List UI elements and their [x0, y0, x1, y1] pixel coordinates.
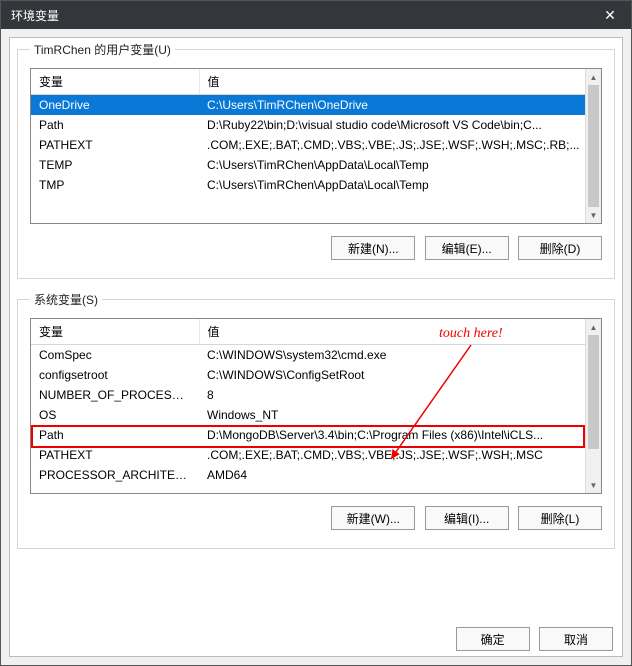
content: TimRChen 的用户变量(U) 变量 值 OneDriveC:\Users\… [1, 29, 631, 597]
table-row[interactable]: OSWindows_NT [31, 405, 601, 425]
sys-vars-table: 变量 值 ComSpecC:\WINDOWS\system32\cmd.exec… [31, 319, 601, 485]
close-icon: ✕ [604, 7, 616, 24]
user-vars-table: 变量 值 OneDriveC:\Users\TimRChen\OneDriveP… [31, 69, 601, 195]
cell-variable: ComSpec [31, 345, 199, 366]
sys-vars-legend: 系统变量(S) [30, 291, 102, 308]
user-vars-table-wrap: 变量 值 OneDriveC:\Users\TimRChen\OneDriveP… [30, 68, 602, 224]
table-row[interactable]: configsetrootC:\WINDOWS\ConfigSetRoot [31, 365, 601, 385]
cell-variable: TEMP [31, 155, 199, 175]
cell-value: C:\Users\TimRChen\OneDrive [199, 95, 601, 116]
user-new-button[interactable]: 新建(N)... [331, 236, 415, 260]
cell-variable: PATHEXT [31, 135, 199, 155]
scroll-track[interactable] [586, 85, 601, 207]
cell-variable: PATHEXT [31, 445, 199, 465]
table-row[interactable]: OneDriveC:\Users\TimRChen\OneDrive [31, 95, 601, 116]
scroll-thumb[interactable] [588, 85, 599, 207]
cell-value: AMD64 [199, 465, 601, 485]
window-title: 环境变量 [11, 7, 59, 24]
dialog-buttons: 确定 取消 [450, 627, 613, 651]
table-row[interactable]: PathD:\MongoDB\Server\3.4\bin;C:\Program… [31, 425, 601, 445]
scroll-track[interactable] [586, 335, 601, 477]
cell-value: C:\WINDOWS\system32\cmd.exe [199, 345, 601, 366]
cell-value: C:\Users\TimRChen\AppData\Local\Temp [199, 175, 601, 195]
user-col-variable[interactable]: 变量 [31, 69, 199, 95]
table-row[interactable]: TEMPC:\Users\TimRChen\AppData\Local\Temp [31, 155, 601, 175]
env-vars-dialog: 环境变量 ✕ TimRChen 的用户变量(U) 变量 值 OneDriveC:… [0, 0, 632, 666]
cell-variable: NUMBER_OF_PROCESSORS [31, 385, 199, 405]
user-edit-button[interactable]: 编辑(E)... [425, 236, 509, 260]
sys-edit-button[interactable]: 编辑(I)... [425, 506, 509, 530]
table-row[interactable]: NUMBER_OF_PROCESSORS8 [31, 385, 601, 405]
cell-variable: TMP [31, 175, 199, 195]
scroll-thumb[interactable] [588, 335, 599, 449]
table-row[interactable]: PROCESSOR_ARCHITECT...AMD64 [31, 465, 601, 485]
cell-variable: Path [31, 115, 199, 135]
cell-variable: Path [31, 425, 199, 445]
ok-button[interactable]: 确定 [456, 627, 530, 651]
sys-vars-table-wrap: 变量 值 ComSpecC:\WINDOWS\system32\cmd.exec… [30, 318, 602, 494]
user-vars-group: TimRChen 的用户变量(U) 变量 值 OneDriveC:\Users\… [17, 41, 615, 279]
sys-vars-group: 系统变量(S) 变量 值 ComSpecC:\WINDOWS\system32\… [17, 291, 615, 549]
user-btn-row: 新建(N)... 编辑(E)... 删除(D) [30, 236, 602, 260]
table-row[interactable]: PathD:\Ruby22\bin;D:\visual studio code\… [31, 115, 601, 135]
sys-col-variable[interactable]: 变量 [31, 319, 199, 345]
table-row[interactable]: ComSpecC:\WINDOWS\system32\cmd.exe [31, 345, 601, 366]
table-row[interactable]: PATHEXT.COM;.EXE;.BAT;.CMD;.VBS;.VBE;.JS… [31, 445, 601, 465]
titlebar: 环境变量 ✕ [1, 1, 631, 29]
cell-value: D:\Ruby22\bin;D:\visual studio code\Micr… [199, 115, 601, 135]
close-button[interactable]: ✕ [589, 1, 631, 29]
cell-value: Windows_NT [199, 405, 601, 425]
cell-variable: OneDrive [31, 95, 199, 116]
table-row[interactable]: PATHEXT.COM;.EXE;.BAT;.CMD;.VBS;.VBE;.JS… [31, 135, 601, 155]
user-vars-legend: TimRChen 的用户变量(U) [30, 41, 175, 58]
cell-value: C:\Users\TimRChen\AppData\Local\Temp [199, 155, 601, 175]
sys-col-value[interactable]: 值 [199, 319, 601, 345]
cell-variable: PROCESSOR_ARCHITECT... [31, 465, 199, 485]
cancel-button[interactable]: 取消 [539, 627, 613, 651]
scroll-up-icon[interactable]: ▲ [586, 69, 601, 85]
table-row[interactable]: TMPC:\Users\TimRChen\AppData\Local\Temp [31, 175, 601, 195]
sys-delete-button[interactable]: 删除(L) [518, 506, 602, 530]
cell-variable: configsetroot [31, 365, 199, 385]
user-delete-button[interactable]: 删除(D) [518, 236, 602, 260]
cell-variable: OS [31, 405, 199, 425]
cell-value: D:\MongoDB\Server\3.4\bin;C:\Program Fil… [199, 425, 601, 445]
cell-value: .COM;.EXE;.BAT;.CMD;.VBS;.VBE;.JS;.JSE;.… [199, 445, 601, 465]
cell-value: 8 [199, 385, 601, 405]
scroll-up-icon[interactable]: ▲ [586, 319, 601, 335]
scroll-down-icon[interactable]: ▼ [586, 477, 601, 493]
cell-value: C:\WINDOWS\ConfigSetRoot [199, 365, 601, 385]
sys-btn-row: 新建(W)... 编辑(I)... 删除(L) [30, 506, 602, 530]
cell-value: .COM;.EXE;.BAT;.CMD;.VBS;.VBE;.JS;.JSE;.… [199, 135, 601, 155]
sys-scrollbar[interactable]: ▲ ▼ [585, 319, 601, 493]
user-col-value[interactable]: 值 [199, 69, 601, 95]
scroll-down-icon[interactable]: ▼ [586, 207, 601, 223]
user-scrollbar[interactable]: ▲ ▼ [585, 69, 601, 223]
sys-new-button[interactable]: 新建(W)... [331, 506, 415, 530]
